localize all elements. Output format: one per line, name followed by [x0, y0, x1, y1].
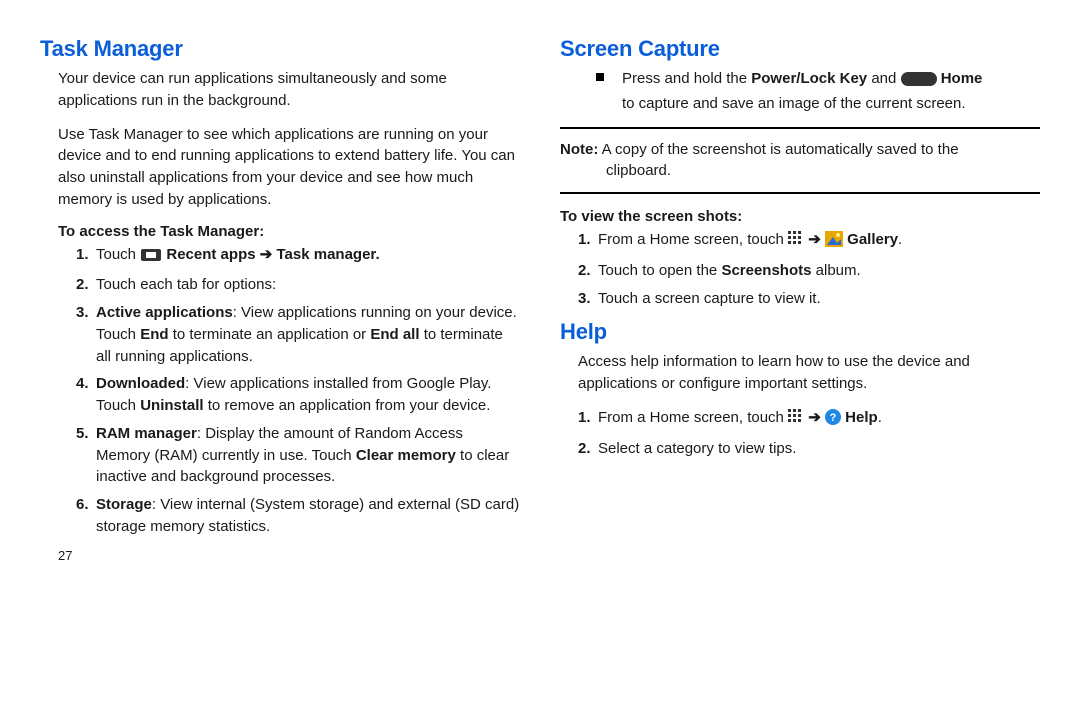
step4-text-b: to remove an application from your devic…: [204, 397, 491, 414]
step3-text-b: to terminate an application or: [169, 326, 371, 343]
sc-home-label: Home: [937, 70, 983, 87]
sc-text-a: Press and hold the: [622, 70, 751, 87]
note-text: A copy of the screenshot is automaticall…: [598, 141, 958, 158]
sc-text-and: and: [867, 70, 900, 87]
v2-text-a: Touch to open the: [598, 262, 721, 279]
step-6: 6. Storage: View internal (System storag…: [76, 494, 520, 538]
screen-capture-instruction: Press and hold the Power/Lock Key and Ho…: [596, 68, 1040, 115]
step-2: 2. Touch each tab for options:: [76, 274, 520, 296]
help-steps: 1. From a Home screen, touch ➔ ? Help. 2…: [560, 407, 1040, 460]
arrow-icon: ➔: [808, 231, 825, 248]
step3-end: End: [140, 326, 168, 343]
gallery-icon: [825, 231, 843, 254]
recent-apps-icon: [140, 247, 162, 269]
view-step-2: 2. Touch to open the Screenshots album.: [578, 260, 1040, 282]
step1-taskmgr-label: Task manager.: [277, 246, 380, 263]
step6-label: Storage: [96, 496, 152, 513]
step-1: 1. Touch Recent apps ➔ Task manager.: [76, 244, 520, 269]
view-step-3: 3. Touch a screen capture to view it.: [578, 288, 1040, 310]
subhead-access-task-manager: To access the Task Manager:: [58, 223, 520, 240]
note-block: Note: A copy of the screenshot is automa…: [560, 127, 1040, 195]
help-step-1: 1. From a Home screen, touch ➔ ? Help.: [578, 407, 1040, 432]
page-number: 27: [58, 548, 520, 563]
v2-screenshots-label: Screenshots: [721, 262, 811, 279]
h1-help-label: Help: [845, 409, 878, 426]
help-step-2: 2. Select a category to view tips.: [578, 438, 1040, 460]
apps-grid-icon: [788, 409, 804, 432]
step-3: 3. Active applications: View application…: [76, 302, 520, 367]
view-step-1: 1. From a Home screen, touch ➔ Gallery.: [578, 229, 1040, 254]
task-manager-intro-1: Your device can run applications simulta…: [58, 68, 520, 112]
step2-text: Touch each tab for options:: [96, 276, 276, 293]
task-manager-steps: 1. Touch Recent apps ➔ Task manager. 2. …: [58, 244, 520, 538]
v1-text-a: From a Home screen, touch: [598, 231, 788, 248]
v1-gallery-label: Gallery: [847, 231, 898, 248]
step1-recent-label: Recent apps: [166, 246, 259, 263]
apps-grid-icon: [788, 231, 804, 254]
step3-label: Active applications: [96, 304, 233, 321]
svg-text:?: ?: [830, 412, 837, 424]
sc-text-b: to capture and save an image of the curr…: [622, 95, 966, 112]
step6-text: : View internal (System storage) and ext…: [96, 496, 519, 535]
heading-task-manager: Task Manager: [40, 36, 520, 62]
task-manager-intro-2: Use Task Manager to see which applicatio…: [58, 124, 520, 211]
heading-help: Help: [560, 319, 1040, 345]
step1-text-a: Touch: [96, 246, 140, 263]
step4-label: Downloaded: [96, 375, 185, 392]
note-clipboard: clipboard.: [560, 160, 1040, 182]
step-5: 5. RAM manager: Display the amount of Ra…: [76, 423, 520, 488]
note-label: Note:: [560, 141, 598, 158]
view-screenshots-steps: 1. From a Home screen, touch ➔ Gallery. …: [560, 229, 1040, 309]
sc-power-key: Power/Lock Key: [751, 70, 867, 87]
step5-clear: Clear memory: [356, 447, 456, 464]
home-pill-icon: [901, 71, 937, 93]
arrow-icon: ➔: [808, 409, 825, 426]
v3-text: Touch a screen capture to view it.: [598, 290, 821, 307]
step3-endall: End all: [370, 326, 419, 343]
h1-text-a: From a Home screen, touch: [598, 409, 788, 426]
step-4: 4. Downloaded: View applications install…: [76, 373, 520, 417]
left-column: Task Manager Your device can run applica…: [40, 36, 520, 700]
right-column: Screen Capture Press and hold the Power/…: [560, 36, 1040, 700]
step4-uninstall: Uninstall: [140, 397, 203, 414]
heading-screen-capture: Screen Capture: [560, 36, 1040, 62]
h2-text: Select a category to view tips.: [598, 440, 796, 457]
arrow-icon: ➔: [260, 246, 273, 263]
subhead-view-screenshots: To view the screen shots:: [560, 208, 1040, 225]
help-intro: Access help information to learn how to …: [578, 351, 1040, 395]
step5-label: RAM manager: [96, 425, 197, 442]
v2-text-b: album.: [811, 262, 860, 279]
help-icon: ?: [825, 409, 841, 432]
